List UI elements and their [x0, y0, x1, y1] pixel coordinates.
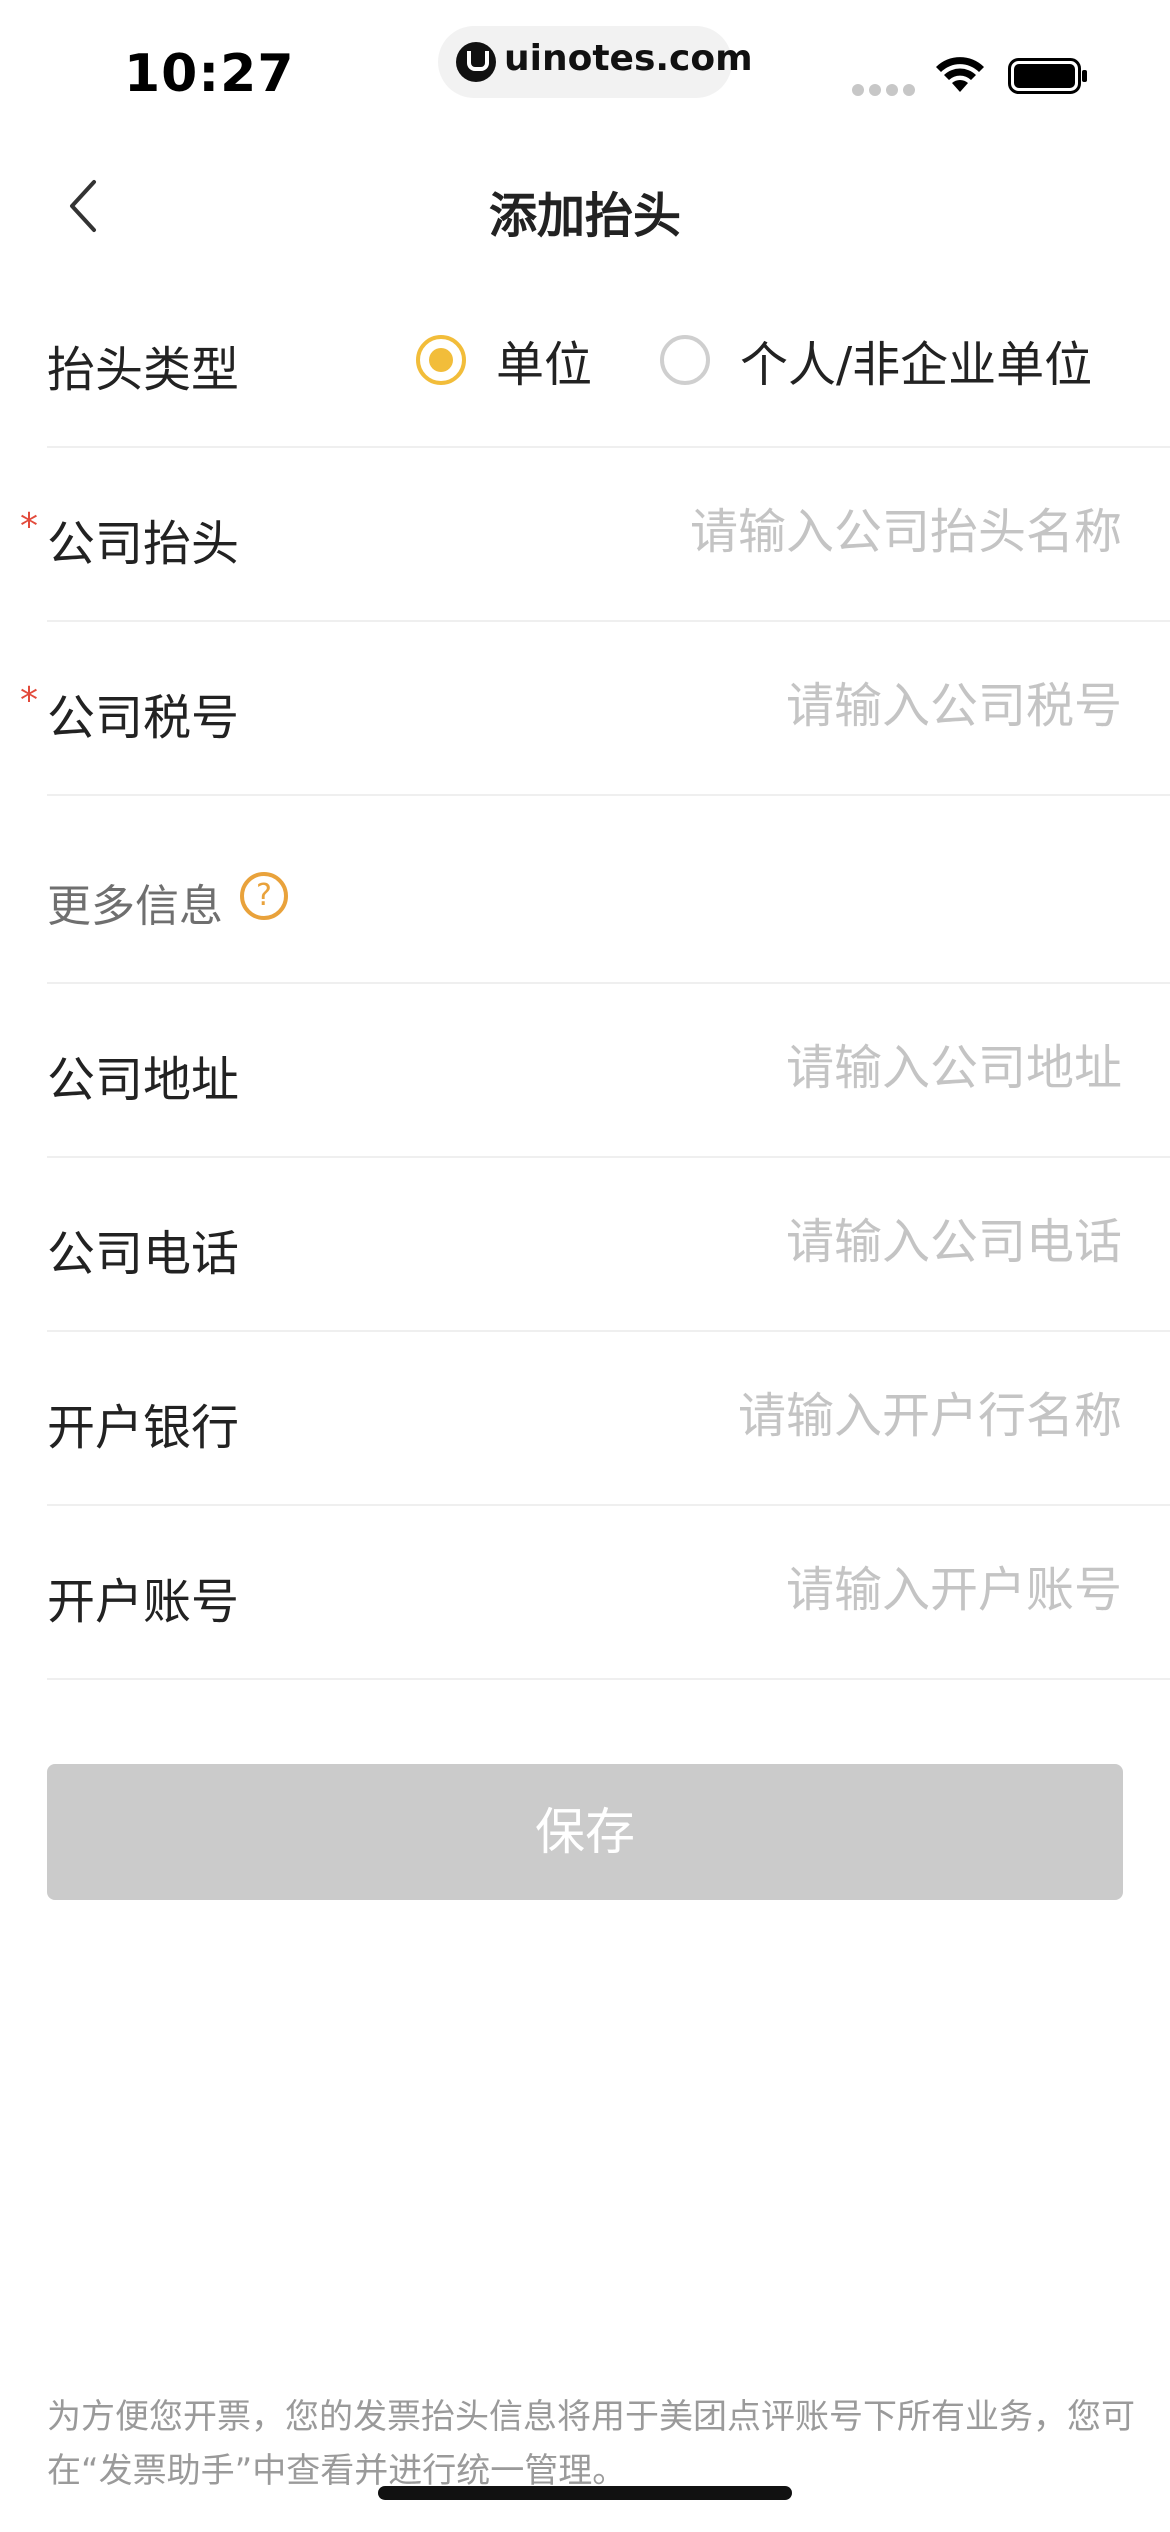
radio-option-personal[interactable]: 个人/非企业单位: [660, 320, 1092, 400]
company-title-row: * 公司抬头: [0, 448, 1170, 622]
company-phone-input[interactable]: [562, 1206, 1122, 1278]
header-type-label: 抬头类型: [47, 342, 240, 398]
company-tax-id-label: 公司税号: [47, 690, 240, 746]
url-text: uinotes.com: [504, 38, 753, 79]
radio-label-personal: 个人/非企业单位: [740, 337, 1093, 393]
status-bar: 10:27 uinotes.com: [0, 0, 1170, 140]
company-address-label: 公司地址: [47, 1052, 240, 1108]
page-title: 添加抬头: [488, 188, 681, 244]
bank-row: 开户银行: [0, 1332, 1170, 1506]
nav-bar: 添加抬头: [0, 140, 1170, 270]
company-title-input[interactable]: [562, 496, 1122, 568]
divider: [47, 794, 1170, 796]
bank-label: 开户银行: [47, 1400, 240, 1456]
save-button[interactable]: 保存: [47, 1764, 1123, 1900]
company-tax-id-input[interactable]: [562, 670, 1122, 742]
company-tax-id-row: * 公司税号: [0, 622, 1170, 796]
battery-icon: [1008, 58, 1087, 94]
footer-note: 为方便您开票，您的发票抬头信息将用于美团点评账号下所有业务，您可在“发票助手”中…: [47, 2397, 1135, 2491]
wifi-icon: [936, 57, 984, 92]
radio-label-company: 单位: [496, 337, 593, 393]
help-icon[interactable]: ?: [240, 872, 288, 920]
home-indicator: [378, 2486, 792, 2500]
company-phone-row: 公司电话: [0, 1158, 1170, 1332]
account-row: 开户账号: [0, 1506, 1170, 1680]
company-phone-label: 公司电话: [47, 1226, 240, 1282]
header-type-row: 抬头类型 单位 个人/非企业单位: [0, 274, 1170, 448]
account-label: 开户账号: [47, 1574, 240, 1630]
more-info-section-header: 更多信息 ?: [0, 800, 1170, 984]
site-logo-icon: [456, 42, 496, 82]
more-info-label: 更多信息: [47, 881, 223, 932]
company-address-row: 公司地址: [0, 984, 1170, 1158]
bank-input[interactable]: [562, 1380, 1122, 1452]
company-title-label: 公司抬头: [47, 516, 240, 572]
url-pill: uinotes.com: [438, 26, 753, 98]
divider: [47, 1678, 1170, 1680]
radio-checked-icon: [416, 335, 466, 385]
company-address-input[interactable]: [562, 1032, 1122, 1104]
radio-unchecked-icon: [660, 335, 710, 385]
status-time: 10:27: [124, 44, 295, 104]
required-marker: *: [20, 680, 38, 721]
required-marker: *: [20, 506, 38, 547]
cellular-signal-icon: [852, 84, 916, 96]
radio-option-company[interactable]: 单位: [416, 320, 592, 400]
account-input[interactable]: [562, 1554, 1122, 1626]
